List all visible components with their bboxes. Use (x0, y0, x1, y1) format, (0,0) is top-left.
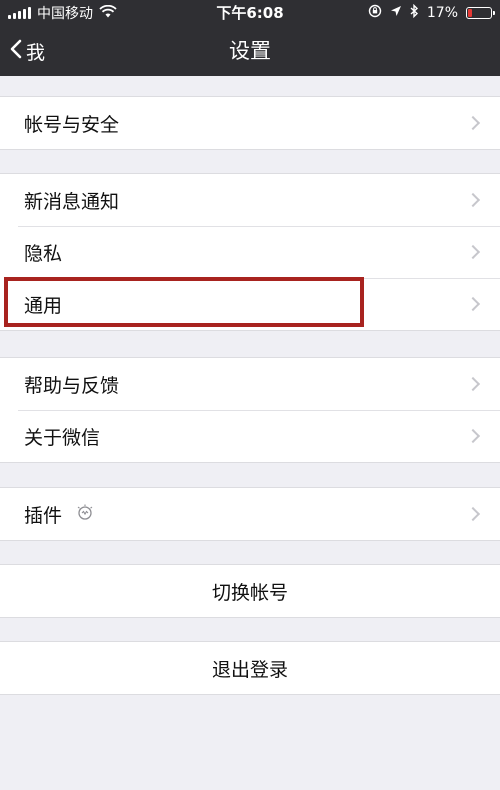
battery-percent: 17% (426, 5, 458, 21)
chevron-right-icon (465, 115, 481, 131)
settings-item-label: 帮助与反馈 (24, 374, 120, 397)
battery-icon (466, 7, 495, 19)
settings-item-general[interactable]: 通用 (0, 278, 500, 330)
status-bar: 中国移动 下午6:08 17% (0, 0, 500, 26)
chevron-right-icon (465, 506, 481, 522)
settings-item-label: 通用 (24, 294, 63, 317)
settings-group-plugins: 插件 (0, 487, 500, 541)
chevron-right-icon (465, 376, 481, 392)
settings-group-general: 新消息通知 隐私 通用 (0, 173, 500, 331)
chevron-right-icon (465, 244, 481, 260)
settings-item-notifications[interactable]: 新消息通知 (0, 174, 500, 226)
logout-button[interactable]: 退出登录 (0, 642, 500, 694)
chevron-left-icon (10, 39, 22, 64)
settings-item-label: 插件 (24, 504, 63, 527)
rotation-lock-icon (368, 4, 382, 22)
nav-bar: 我 设置 (0, 26, 500, 76)
page-title: 设置 (229, 39, 271, 63)
settings-group-account: 帐号与安全 (0, 96, 500, 150)
settings-item-help-feedback[interactable]: 帮助与反馈 (0, 358, 500, 410)
settings-item-label: 帐号与安全 (24, 113, 120, 136)
lightbulb-icon (76, 504, 94, 524)
status-right: 17% (368, 0, 495, 26)
settings-item-label: 关于微信 (24, 426, 101, 449)
logout-label: 退出登录 (211, 658, 288, 681)
settings-item-about[interactable]: 关于微信 (0, 410, 500, 462)
switch-account-label: 切换帐号 (211, 581, 288, 604)
switch-account-button[interactable]: 切换帐号 (0, 565, 500, 617)
settings-group-help: 帮助与反馈 关于微信 (0, 357, 500, 463)
settings-item-account-security[interactable]: 帐号与安全 (0, 97, 500, 149)
chevron-right-icon (465, 296, 481, 312)
location-icon (390, 5, 402, 21)
chevron-right-icon (465, 428, 481, 444)
settings-item-label: 新消息通知 (24, 190, 120, 213)
settings-item-plugins[interactable]: 插件 (0, 488, 500, 540)
bluetooth-icon (410, 3, 419, 22)
settings-item-label: 隐私 (24, 242, 63, 265)
logout-group: 退出登录 (0, 641, 500, 695)
settings-item-privacy[interactable]: 隐私 (0, 226, 500, 278)
back-button[interactable]: 我 (10, 26, 45, 76)
chevron-right-icon (465, 192, 481, 208)
back-label: 我 (26, 41, 46, 64)
battery-fill (468, 9, 472, 17)
switch-account-group: 切换帐号 (0, 564, 500, 618)
